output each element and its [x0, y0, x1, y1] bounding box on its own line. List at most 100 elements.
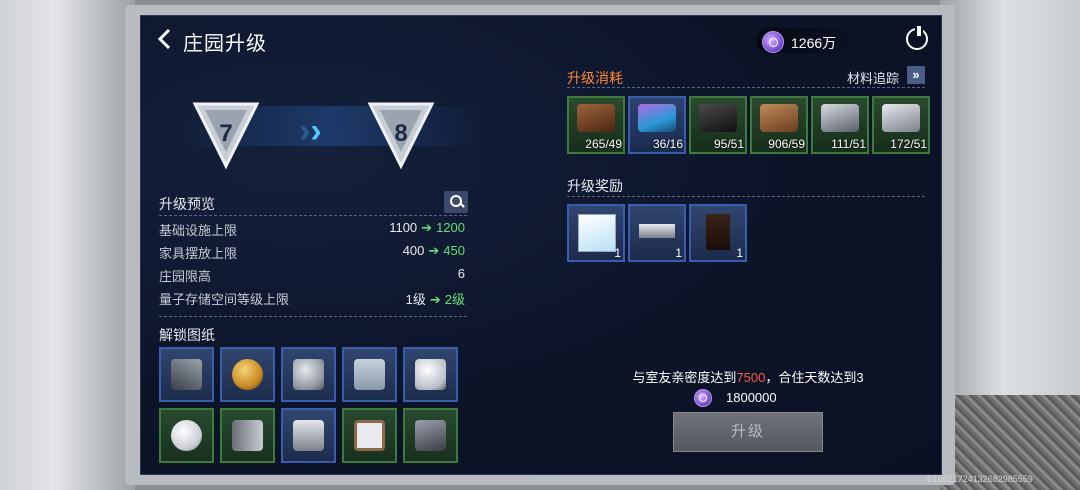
current-level: 7: [219, 120, 233, 147]
chair-icon: [706, 214, 730, 250]
upgrade-requirement: 与室友亲密度达到7500，合住天数达到3: [623, 367, 873, 386]
upgrade-cost: 1800000: [694, 389, 814, 409]
blueprint-item[interactable]: [159, 347, 214, 402]
level-change: 7 ›› 8: [181, 78, 481, 198]
material-item[interactable]: 265/49: [567, 96, 625, 154]
reward-item[interactable]: 1: [567, 204, 625, 262]
bed-pod-icon: [293, 420, 324, 451]
double-chevron-icon[interactable]: »: [907, 66, 925, 84]
stat-value: 6: [457, 266, 465, 281]
round-lamp-icon: [171, 420, 202, 451]
stat-row: 量子存储空间等级上限 1级 ➔ 2级: [159, 289, 465, 309]
top-bar: 庄园升级 1266万: [141, 16, 941, 66]
material-count: 265/49: [585, 137, 622, 151]
background-left: [0, 0, 135, 490]
arrow-right-icon: ➔: [429, 292, 441, 307]
current-level-badge: 7: [191, 98, 261, 170]
stat-label: 家具摆放上限: [159, 246, 238, 261]
power-icon[interactable]: [906, 26, 928, 50]
metal-rod-icon: [821, 104, 859, 132]
cost-value: 1800000: [726, 390, 777, 405]
next-level: 8: [394, 120, 408, 147]
wood-log-icon: [760, 104, 798, 132]
blueprint-item[interactable]: [281, 347, 336, 402]
material-count: 172/51: [890, 137, 927, 151]
requirement-value: 7500: [736, 370, 766, 385]
divider: [159, 215, 469, 216]
stat-row: 家具摆放上限 400 ➔ 450: [159, 243, 465, 263]
parts-icon: [882, 104, 920, 132]
fridge-icon: [232, 420, 263, 451]
material-count: 111/51: [831, 137, 866, 151]
screen-frame-icon: [354, 420, 385, 451]
blueprint-grid: [159, 347, 461, 463]
currency-value: 1266万: [791, 35, 837, 51]
user-id: ©10621724132682985559: [926, 474, 1033, 484]
material-item[interactable]: 172/51: [872, 96, 930, 154]
requirement-suffix: ，合住天数达到3: [765, 370, 864, 385]
search-button[interactable]: [444, 191, 468, 213]
material-count: 95/51: [713, 137, 744, 151]
reward-count: 1: [736, 246, 743, 260]
requirement-prefix: 与室友亲密度达到: [632, 370, 737, 385]
stat-row: 庄园限高 6: [159, 266, 465, 286]
back-arrow-icon[interactable]: [153, 26, 179, 52]
next-arrow-icon: ››: [299, 112, 322, 150]
stat-row: 基础设施上限 1100 ➔ 1200: [159, 220, 465, 240]
blueprint-item[interactable]: [220, 408, 275, 463]
reward-item[interactable]: 1: [628, 204, 686, 262]
leather-icon: [577, 104, 615, 132]
blueprint-item[interactable]: [403, 347, 458, 402]
page-title: 庄园升级: [183, 33, 267, 55]
material-count: 906/59: [768, 137, 805, 151]
reward-count: 1: [614, 246, 621, 260]
coin-icon: [762, 31, 784, 53]
stat-new: 450: [443, 243, 465, 258]
rifle-icon: [171, 359, 202, 390]
stat-new: 1200: [436, 220, 465, 235]
blueprint-item[interactable]: [342, 408, 397, 463]
treadmill-icon: [415, 420, 446, 451]
blueprint-item[interactable]: [281, 408, 336, 463]
preview-title: 升级预览: [159, 196, 215, 212]
divider: [567, 87, 927, 88]
material-count: 36/16: [652, 137, 683, 151]
table-ornament-icon: [639, 224, 675, 238]
stat-label: 基础设施上限: [159, 223, 238, 238]
upgrade-button[interactable]: 升级: [673, 412, 823, 452]
painting-icon: [578, 214, 616, 252]
manor-upgrade-panel: 庄园升级 1266万 7 ›› 8 升级预览 基础设施上限 1100 ➔ 1200 …: [140, 15, 942, 475]
blueprint-item[interactable]: [403, 408, 458, 463]
materials-title: 升级消耗: [567, 70, 623, 86]
material-item[interactable]: 36/16: [628, 96, 686, 154]
reward-item[interactable]: 1: [689, 204, 747, 262]
armor-vest-icon: [293, 359, 324, 390]
blueprints-title: 解锁图纸: [159, 327, 215, 343]
rewards-title: 升级奖励: [567, 178, 623, 194]
material-item[interactable]: 111/51: [811, 96, 869, 154]
material-item[interactable]: 906/59: [750, 96, 808, 154]
stat-new: 2级: [444, 292, 465, 307]
crystal-fiber-icon: [638, 104, 676, 132]
material-track-label[interactable]: 材料追踪: [847, 68, 899, 87]
stat-label: 庄园限高: [159, 269, 212, 284]
globe-lamp-icon: [232, 359, 263, 390]
material-item[interactable]: 95/51: [689, 96, 747, 154]
currency-display: 1266万: [756, 28, 866, 54]
blueprint-item[interactable]: [159, 408, 214, 463]
chip-icon: [699, 104, 737, 132]
stat-label: 量子存储空间等级上限: [159, 292, 290, 307]
stat-old: 1级: [405, 292, 426, 307]
next-level-badge: 8: [366, 98, 436, 170]
arrow-right-icon: ➔: [428, 243, 440, 258]
stat-old: 400: [402, 243, 425, 258]
blueprint-item[interactable]: [342, 347, 397, 402]
blueprint-item[interactable]: [220, 347, 275, 402]
arrow-right-icon: ➔: [421, 220, 433, 235]
pants-icon: [354, 359, 385, 390]
divider: [567, 196, 927, 197]
coin-icon: [694, 389, 712, 407]
divider: [159, 316, 469, 317]
boots-icon: [415, 359, 446, 390]
reward-count: 1: [675, 246, 682, 260]
